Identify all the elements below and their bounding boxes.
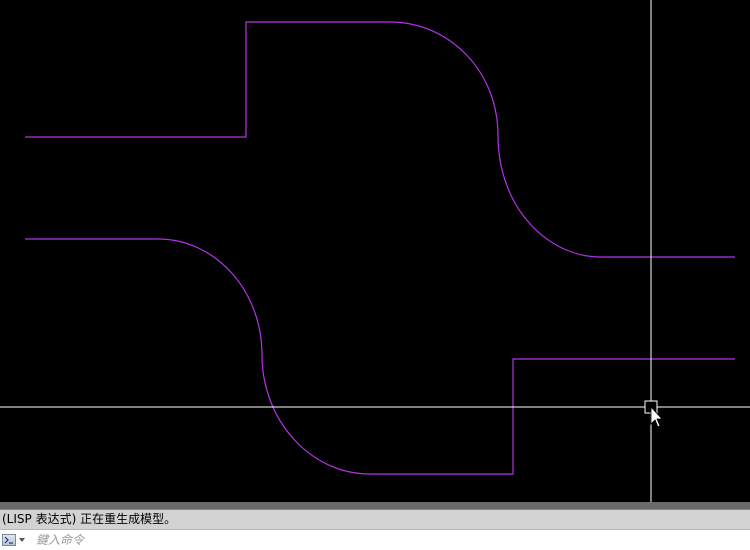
chevron-down-icon — [19, 538, 25, 542]
drawing-svg[interactable] — [0, 0, 750, 502]
polyline-lower[interactable] — [25, 238, 735, 475]
command-input[interactable] — [34, 531, 738, 548]
autocad-window: (LISP 表达式) 正在重生成模型。 — [0, 0, 750, 550]
command-input-row — [0, 529, 750, 550]
command-history: (LISP 表达式) 正在重生成模型。 — [0, 510, 750, 529]
command-prompt-button[interactable] — [2, 532, 30, 548]
drawing-canvas[interactable] — [0, 0, 750, 502]
command-line-panel: (LISP 表达式) 正在重生成模型。 — [0, 502, 750, 550]
polyline-upper[interactable] — [25, 21, 735, 258]
command-line-grip[interactable] — [0, 502, 750, 510]
command-prompt-icon — [2, 534, 16, 546]
